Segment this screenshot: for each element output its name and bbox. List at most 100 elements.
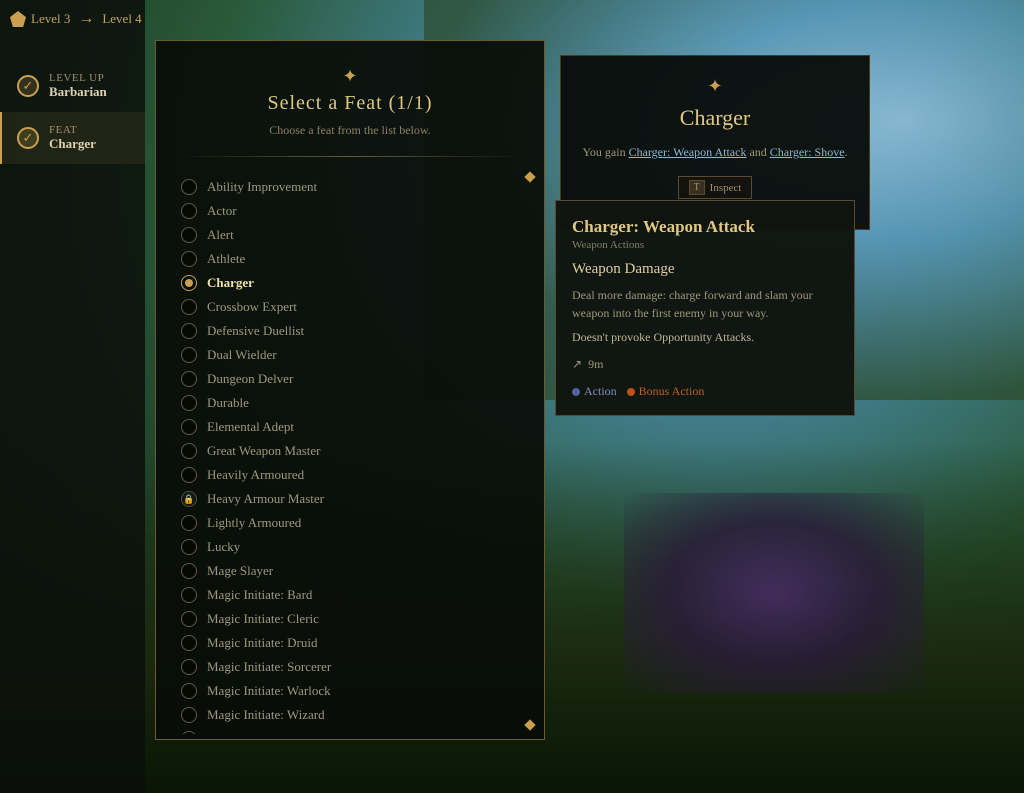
diamond-top-icon [524, 171, 535, 182]
feat-name-crossbow-expert: Crossbow Expert [207, 299, 297, 315]
feat-name-elemental-adept: Elemental Adept [207, 419, 294, 435]
feat-item-athlete[interactable]: Athlete [176, 247, 544, 271]
feat-radio-magic-initiate-cleric [181, 611, 197, 627]
feat-radio-magic-initiate-sorcerer [181, 659, 197, 675]
feat-item-ability-improvement[interactable]: Ability Improvement [176, 175, 544, 199]
feat-radio-durable [181, 395, 197, 411]
tooltip-body: Deal more damage: charge forward and sla… [572, 286, 838, 322]
feat-radio-lucky [181, 539, 197, 555]
level-to-badge: Level 4 [102, 11, 141, 27]
feat-name-dual-wielder: Dual Wielder [207, 347, 277, 363]
feat-item-elemental-adept[interactable]: Elemental Adept [176, 415, 544, 439]
lock-icon: 🔒 [183, 494, 194, 505]
feat-name-dungeon-delver: Dungeon Delver [207, 371, 293, 387]
sidebar-text-level-up: Level Up Barbarian [49, 72, 107, 100]
inspect-label: Inspect [710, 182, 742, 194]
sidebar-check-feat: ✓ [17, 127, 39, 149]
feat-item-crossbow-expert[interactable]: Crossbow Expert [176, 295, 544, 319]
description-mid: and [746, 145, 769, 159]
checkmark-icon-feat: ✓ [23, 130, 34, 146]
background-purple-flowers [624, 493, 924, 693]
feat-panel-divider [176, 156, 524, 157]
level-arrow-icon: → [78, 10, 94, 28]
tag-action: Action [572, 384, 617, 399]
feat-item-defensive-duellist[interactable]: Defensive Duellist [176, 319, 544, 343]
feat-item-magic-initiate-wizard[interactable]: Magic Initiate: Wizard [176, 703, 544, 727]
action-dot-icon [572, 388, 580, 396]
feat-radio-magic-initiate-wizard [181, 707, 197, 723]
sidebar-item-feat[interactable]: ✓ Feat Charger [0, 112, 145, 164]
feat-item-dual-wielder[interactable]: Dual Wielder [176, 343, 544, 367]
tooltip-note: Doesn't provoke Opportunity Attacks. [572, 330, 838, 345]
feat-list-container[interactable]: Ability Improvement Actor Alert Athlete Char… [156, 165, 544, 739]
feat-item-alert[interactable]: Alert [176, 223, 544, 247]
feat-name-magic-initiate-bard: Magic Initiate: Bard [207, 587, 312, 603]
feat-radio-defensive-duellist [181, 323, 197, 339]
tooltip-title: Charger: Weapon Attack [572, 217, 838, 237]
feat-item-lightly-armoured[interactable]: Lightly Armoured [176, 511, 544, 535]
tooltip-tags: Action Bonus Action [572, 384, 838, 399]
feat-item-actor[interactable]: Actor [176, 199, 544, 223]
feat-name-mage-slayer: Mage Slayer [207, 563, 273, 579]
range-value: 9m [588, 357, 603, 372]
feat-name-magic-initiate-cleric: Magic Initiate: Cleric [207, 611, 319, 627]
level-icon [10, 11, 26, 27]
feat-item-heavily-armoured[interactable]: Heavily Armoured [176, 463, 544, 487]
feat-name-heavy-armour-master: Heavy Armour Master [207, 491, 324, 507]
charger-weapon-attack-link[interactable]: Charger: Weapon Attack [629, 145, 747, 159]
feat-item-magic-initiate-warlock[interactable]: Magic Initiate: Warlock [176, 679, 544, 703]
level-to-label: Level 4 [102, 11, 141, 27]
detail-panel-title: Charger [581, 105, 849, 131]
range-icon: ↗ [572, 357, 582, 372]
feat-item-great-weapon-master[interactable]: Great Weapon Master [176, 439, 544, 463]
sidebar-check-level-up: ✓ [17, 75, 39, 97]
detail-header-icon: ✦ [581, 76, 849, 97]
feat-item-durable[interactable]: Durable [176, 391, 544, 415]
feat-item-magic-initiate-cleric[interactable]: Magic Initiate: Cleric [176, 607, 544, 631]
bonus-action-dot-icon [627, 388, 635, 396]
feat-item-magic-initiate-druid[interactable]: Magic Initiate: Druid [176, 631, 544, 655]
feat-item-martial-adept[interactable]: Martial Adept [176, 727, 544, 734]
bonus-action-label: Bonus Action [639, 384, 705, 399]
scroll-indicator-bottom [526, 718, 534, 734]
feat-radio-dual-wielder [181, 347, 197, 363]
feat-name-charger: Charger [207, 275, 254, 291]
feat-radio-lightly-armoured [181, 515, 197, 531]
feat-item-mage-slayer[interactable]: Mage Slayer [176, 559, 544, 583]
checkmark-icon: ✓ [23, 78, 34, 94]
sidebar-text-feat: Feat Charger [49, 124, 96, 152]
feat-list[interactable]: Ability Improvement Actor Alert Athlete Char… [156, 170, 544, 734]
feat-radio-heavily-armoured [181, 467, 197, 483]
sidebar-value-feat: Charger [49, 136, 96, 152]
feat-radio-alert [181, 227, 197, 243]
sidebar-item-level-up[interactable]: ✓ Level Up Barbarian [0, 60, 145, 112]
inspect-key-badge: T [689, 180, 705, 195]
feat-item-charger[interactable]: Charger [176, 271, 544, 295]
feat-name-durable: Durable [207, 395, 249, 411]
scroll-indicator-top [526, 170, 534, 186]
detail-description: You gain Charger: Weapon Attack and Char… [581, 143, 849, 161]
feat-radio-crossbow-expert [181, 299, 197, 315]
feat-radio-magic-initiate-druid [181, 635, 197, 651]
action-label: Action [584, 384, 617, 399]
tag-bonus-action: Bonus Action [627, 384, 705, 399]
feat-radio-checked-charger [181, 275, 197, 291]
feat-radio-mage-slayer [181, 563, 197, 579]
feat-item-heavy-armour-master[interactable]: 🔒 Heavy Armour Master [176, 487, 544, 511]
feat-name-actor: Actor [207, 203, 237, 219]
feat-name-heavily-armoured: Heavily Armoured [207, 467, 304, 483]
feat-name-athlete: Athlete [207, 251, 245, 267]
tooltip-popup: Charger: Weapon Attack Weapon Actions We… [555, 200, 855, 416]
feat-radio-martial-adept [181, 731, 197, 734]
feat-item-dungeon-delver[interactable]: Dungeon Delver [176, 367, 544, 391]
charger-shove-link[interactable]: Charger: Shove [770, 145, 845, 159]
tooltip-section-title: Weapon Damage [572, 261, 838, 278]
feat-item-magic-initiate-sorcerer[interactable]: Magic Initiate: Sorcerer [176, 655, 544, 679]
feat-radio-athlete [181, 251, 197, 267]
feat-item-magic-initiate-bard[interactable]: Magic Initiate: Bard [176, 583, 544, 607]
tooltip-subtitle: Weapon Actions [572, 239, 838, 251]
feat-radio-actor [181, 203, 197, 219]
inspect-button[interactable]: T Inspect [678, 176, 753, 199]
feat-item-lucky[interactable]: Lucky [176, 535, 544, 559]
feat-name-lucky: Lucky [207, 539, 240, 555]
